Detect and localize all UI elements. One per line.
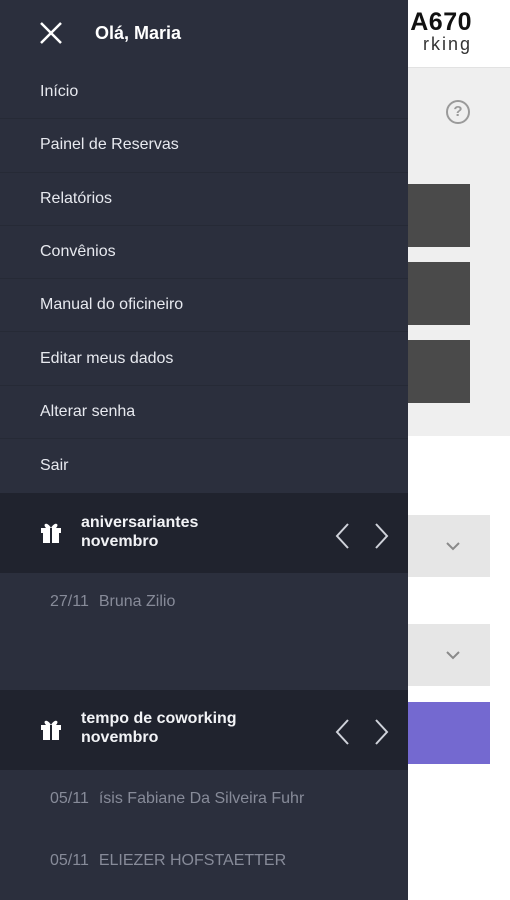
help-icon[interactable]: ?	[446, 100, 470, 124]
coworking-section-header: tempo de coworking novembro	[0, 690, 408, 770]
chevron-right-icon[interactable]	[370, 521, 392, 551]
menu-item-painel-de-reservas[interactable]: Painel de Reservas	[0, 119, 408, 173]
menu-item-alterar-senha[interactable]: Alterar senha	[0, 386, 408, 440]
coworking-entry: 05/11 ísis Fabiane Da Silveira Fuhr	[50, 790, 304, 808]
chevron-down-icon	[446, 651, 460, 660]
menu-item-sair[interactable]: Sair	[0, 439, 408, 492]
gift-icon	[41, 523, 61, 543]
birthdays-title: aniversariantes novembro	[81, 513, 198, 551]
entry-date: 05/11	[50, 852, 89, 869]
chevron-down-icon	[446, 542, 460, 551]
navigation-drawer: Olá, Maria Início Painel de Reservas Rel…	[0, 0, 408, 900]
entry-date: 27/11	[50, 593, 89, 610]
birthdays-title-line1: aniversariantes	[81, 514, 199, 531]
birthdays-section-header: aniversariantes novembro	[0, 493, 408, 573]
menu-item-editar-meus-dados[interactable]: Editar meus dados	[0, 332, 408, 386]
coworking-title-line2: novembro	[81, 729, 159, 746]
logo-text-bottom: rking	[422, 34, 472, 54]
entry-name: ísis Fabiane Da Silveira Fuhr	[98, 790, 305, 807]
menu-item-relatorios[interactable]: Relatórios	[0, 173, 408, 226]
gift-icon	[41, 720, 61, 740]
entry-date: 05/11	[50, 790, 89, 807]
birthday-entry: 27/11 Bruna Zilio	[50, 593, 175, 611]
chevron-left-icon[interactable]	[332, 717, 354, 747]
greeting: Olá, Maria	[95, 23, 182, 43]
drawer-menu: Início Painel de Reservas Relatórios Con…	[0, 66, 408, 492]
drawer-header: Olá, Maria	[0, 0, 408, 66]
menu-item-manual-do-oficineiro[interactable]: Manual do oficineiro	[0, 279, 408, 333]
birthdays-title-line2: novembro	[81, 533, 159, 550]
menu-item-convenios[interactable]: Convênios	[0, 226, 408, 280]
entry-name: ELIEZER HOFSTAETTER	[98, 852, 287, 869]
coworking-entry: 05/11 ELIEZER HOFSTAETTER	[50, 852, 286, 870]
chevron-left-icon[interactable]	[332, 521, 354, 551]
close-icon[interactable]	[36, 18, 66, 48]
coworking-title-line1: tempo de coworking	[81, 710, 237, 727]
chevron-right-icon[interactable]	[370, 717, 392, 747]
coworking-title: tempo de coworking novembro	[81, 709, 237, 747]
logo-text-top: A670	[410, 8, 472, 36]
entry-name: Bruna Zilio	[98, 593, 176, 610]
menu-item-inicio[interactable]: Início	[0, 66, 408, 120]
